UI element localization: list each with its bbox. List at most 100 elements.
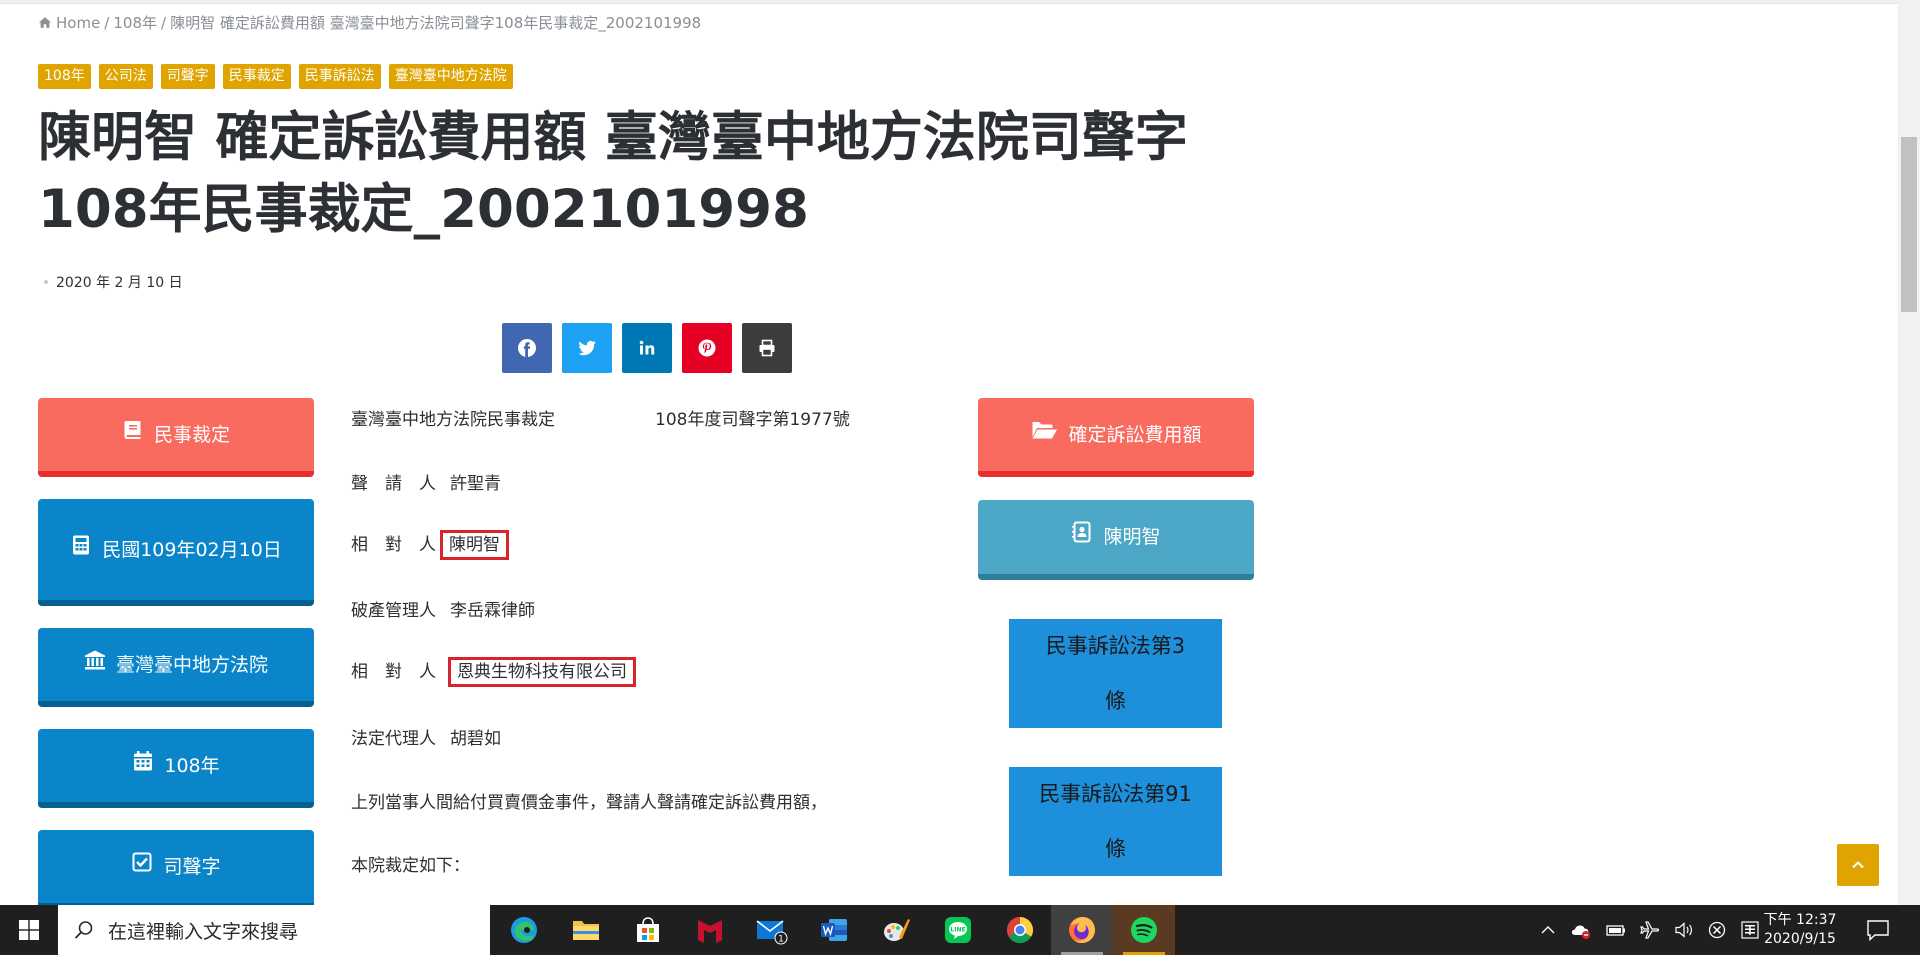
party-name-highlighted: 恩典生物科技有限公司: [448, 657, 636, 687]
search-icon: [74, 921, 93, 939]
court-button[interactable]: 臺灣臺中地方法院: [38, 628, 314, 707]
court-label: 臺灣臺中地方法院: [115, 653, 268, 676]
pinterest-icon: [698, 339, 716, 357]
keyboard-ime-icon[interactable]: [1740, 920, 1760, 940]
windows-icon: [19, 920, 39, 940]
clock[interactable]: 下午 12:37 2020/9/15: [1760, 911, 1840, 949]
mail-icon: 1: [756, 920, 788, 945]
edge-icon: [511, 917, 537, 943]
party-name-highlighted: 陳明智: [440, 530, 509, 560]
taskbar-line[interactable]: LINE: [927, 905, 989, 955]
taskbar: 在這裡輸入文字來搜尋 1 LINE 下午 12:37 2020/9/15: [0, 905, 1920, 955]
taskbar-firefox[interactable]: [1051, 905, 1113, 955]
sisheng-button[interactable]: 司聲字: [38, 830, 314, 905]
folder-open-icon: [1032, 421, 1058, 438]
top-border: [0, 0, 1920, 4]
line-icon: LINE: [945, 917, 971, 943]
word-icon: [821, 919, 847, 941]
party-role: 聲 請 人: [351, 474, 436, 494]
linkedin-share-button[interactable]: [622, 323, 672, 373]
network-disconnected-icon[interactable]: [1708, 921, 1726, 939]
party-row: 聲 請 人許聖青: [351, 469, 501, 494]
tag-108[interactable]: 108年: [38, 64, 91, 89]
tag-sisheng[interactable]: 司聲字: [160, 64, 215, 89]
paragraph: 上列當事人間給付買賣價金事件，聲請人聲請確定訴訟費用額，: [351, 793, 827, 813]
category-civil-ruling-button[interactable]: 民事裁定: [38, 398, 314, 477]
taskbar-edge[interactable]: [493, 905, 555, 955]
person-button[interactable]: 陳明智: [978, 500, 1254, 580]
courthouse-icon: [84, 650, 105, 669]
taskbar-spotify[interactable]: [1113, 905, 1175, 955]
taskbar-chrome[interactable]: [989, 905, 1051, 955]
tag-civil-procedure[interactable]: 民事訴訟法: [298, 64, 381, 89]
mail-badge: 1: [778, 935, 784, 945]
system-tray: [1540, 905, 1760, 955]
taskbar-word[interactable]: [803, 905, 865, 955]
book-icon: [124, 420, 141, 439]
taskbar-store[interactable]: [617, 905, 679, 955]
scrollbar-thumb[interactable]: [1901, 137, 1917, 312]
taskbar-search[interactable]: 在這裡輸入文字來搜尋: [58, 905, 490, 955]
tag-taichung-court[interactable]: 臺灣臺中地方法院: [388, 64, 513, 89]
party-name: 許聖青: [450, 474, 501, 494]
category-fee-label: 確定訴訟費用額: [1068, 423, 1202, 446]
taskbar-mail[interactable]: 1: [741, 905, 803, 955]
breadcrumb-current: 陳明智 確定訴訟費用額 臺灣臺中地方法院司聲字108年民事裁定_20021019…: [170, 14, 702, 32]
ruling-date-button[interactable]: 民國109年02月10日: [38, 499, 314, 606]
party-row: 相 對 人陳明智: [351, 530, 509, 560]
pinterest-share-button[interactable]: [682, 323, 732, 373]
year-label: 108年: [164, 754, 220, 777]
taskbar-mcafee[interactable]: [679, 905, 741, 955]
law-line: 民事訴訟法第3: [1045, 633, 1186, 658]
party-row: 破產管理人 李岳霖律師: [351, 596, 535, 621]
law-link-article-91[interactable]: 民事訴訟法第91 條: [1009, 767, 1222, 876]
calendar-icon: [134, 750, 153, 770]
law-line: 民事訴訟法第91: [1039, 781, 1192, 806]
sisheng-label: 司聲字: [163, 855, 221, 878]
party-name: 李岳霖律師: [450, 601, 535, 621]
airplane-icon[interactable]: [1640, 920, 1660, 940]
svg-text:LINE: LINE: [950, 927, 965, 934]
party-row: 法定代理人 胡碧如: [351, 724, 501, 749]
start-button[interactable]: [0, 905, 58, 955]
year-button[interactable]: 108年: [38, 729, 314, 808]
taskbar-file-explorer[interactable]: [555, 905, 617, 955]
action-center[interactable]: [1866, 905, 1890, 955]
paint-icon: [884, 919, 910, 941]
law-link-article-3[interactable]: 民事訴訟法第3 條: [1009, 619, 1222, 728]
breadcrumb-year[interactable]: 108年: [113, 14, 157, 32]
tag-company-law[interactable]: 公司法: [98, 64, 153, 89]
paragraph: 本院裁定如下：: [351, 856, 470, 876]
firefox-icon: [1069, 917, 1095, 943]
tag-civil-ruling[interactable]: 民事裁定: [222, 64, 291, 89]
party-name: 胡碧如: [450, 729, 501, 749]
onedrive-icon[interactable]: [1570, 921, 1592, 939]
breadcrumb-home[interactable]: Home: [56, 14, 100, 32]
party-role: 相 對 人: [351, 535, 436, 555]
store-icon: [637, 917, 659, 942]
taskbar-paint[interactable]: [865, 905, 927, 955]
category-civil-ruling-label: 民事裁定: [153, 423, 230, 446]
breadcrumb: Home/108年 / 陳明智 確定訴訟費用額 臺灣臺中地方法院司聲字108年民事裁…: [38, 12, 701, 33]
person-label: 陳明智: [1103, 526, 1161, 548]
twitter-share-button[interactable]: [562, 323, 612, 373]
twitter-icon: [578, 340, 596, 356]
volume-icon[interactable]: [1674, 921, 1694, 939]
ruling-date-label: 民國109年02月10日: [102, 538, 282, 561]
case-number: 108年度司聲字第1977號: [655, 410, 850, 430]
court-heading: 臺灣臺中地方法院民事裁定 108年度司聲字第1977號: [351, 405, 850, 430]
print-button[interactable]: [742, 323, 792, 373]
contact-book-icon: [1072, 521, 1091, 543]
scrollbar-track[interactable]: [1898, 0, 1920, 905]
home-icon: [38, 17, 52, 28]
battery-icon[interactable]: [1606, 922, 1626, 938]
facebook-share-button[interactable]: [502, 323, 552, 373]
scroll-to-top-button[interactable]: [1837, 844, 1879, 886]
facebook-icon: [518, 339, 536, 357]
linkedin-icon: [639, 340, 655, 355]
chevron-up-icon[interactable]: [1540, 922, 1556, 938]
category-fee-button[interactable]: 確定訴訟費用額: [978, 398, 1254, 477]
calculator-icon: [73, 535, 90, 554]
mcafee-icon: [698, 920, 722, 943]
law-line: 條: [1105, 688, 1126, 713]
